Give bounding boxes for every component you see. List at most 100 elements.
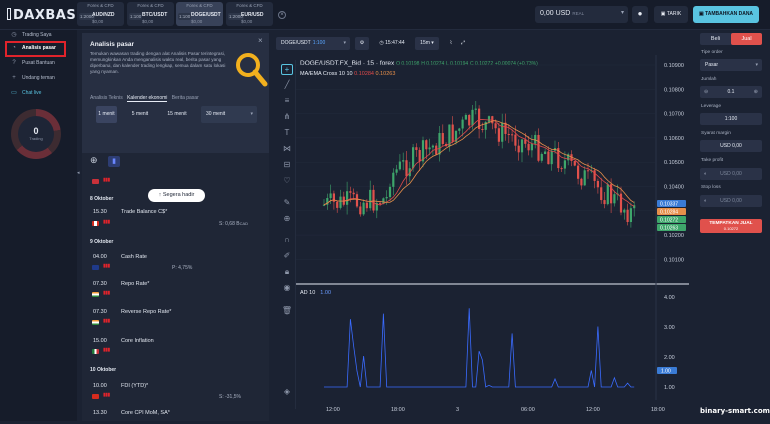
fullscreen-icon[interactable]: ⤢ <box>458 37 468 50</box>
crosshair-icon[interactable]: + <box>281 64 293 75</box>
bar-chart-icon[interactable]: ▮ <box>108 156 120 167</box>
calendar-row[interactable]: 07.30 Repo Rate* ▮▮▮ <box>82 281 269 297</box>
candle-body <box>392 172 395 187</box>
globe-icon[interactable]: ⊕ <box>90 155 98 166</box>
flag-icon <box>92 292 99 297</box>
candle-body <box>405 160 408 177</box>
balance-selector[interactable]: 0,00 USD REAL ▾ <box>535 6 628 23</box>
horizontal-lines-icon[interactable]: ≡ <box>281 96 293 105</box>
ad-line <box>324 308 635 388</box>
toggle-icon[interactable]: ◐ <box>704 168 707 180</box>
calendar-row[interactable]: 15.00 Core Inflation ▮▮▮ <box>82 338 269 354</box>
chevron-down-icon: ▾ <box>250 111 253 117</box>
flag-icon <box>92 320 99 325</box>
sidebar-item-help[interactable]: ? Pusat Bantuan <box>11 60 54 66</box>
sidebar-item-trading[interactable]: ◷ Trading Saya <box>11 31 51 38</box>
take-profit-field[interactable]: ◐ USD 0,00 <box>700 168 762 180</box>
minus-icon[interactable]: ⊖ <box>704 86 708 98</box>
user-icon[interactable]: ● <box>632 6 648 23</box>
withdraw-button[interactable]: ▣ TARIK <box>654 6 688 23</box>
eye-icon[interactable]: ◉ <box>281 283 293 292</box>
text-icon[interactable]: T <box>281 128 293 137</box>
asset-tab-aud-nzd[interactable]: Forex & CFD 1:2000 AUD/NZD $0,00 <box>77 2 124 26</box>
candle-body <box>550 150 553 165</box>
tab-economic-calendar[interactable]: Kalender ekonomi <box>127 95 168 102</box>
impact-icon: ▮▮▮ <box>103 318 110 324</box>
time-tick-label: 12:00 <box>326 407 340 413</box>
settings-icon[interactable]: ⚙ <box>355 37 369 50</box>
logo[interactable]: DAXBASE <box>7 8 86 23</box>
indicator-icon[interactable]: ⌇ <box>446 37 456 50</box>
candle-body <box>577 165 580 179</box>
timeframe-dropdown[interactable]: 30 menit ▾ <box>201 106 257 123</box>
sell-tab[interactable]: Jual <box>731 33 762 45</box>
margin-field: USD 0,00 <box>700 140 762 152</box>
analysis-tabs: Analisis Teknis Kalender ekonomi Berita … <box>90 95 202 102</box>
candle-body <box>425 140 428 150</box>
trendline-icon[interactable]: ╱ <box>281 80 293 89</box>
event-name: Core CPI MoM, SA* <box>121 410 170 416</box>
tab-market-news[interactable]: Berita pasar <box>172 95 199 101</box>
tab-category: Forex & CFD <box>186 3 213 8</box>
balance-type: REAL <box>572 11 585 16</box>
stop-loss-field[interactable]: ◐ USD 0,00 <box>700 195 762 207</box>
calendar-row[interactable]: 13.30 Core CPI MoM, SA* <box>82 410 269 424</box>
collapse-arrow-icon[interactable]: ◂ <box>77 170 80 176</box>
ad-tick-label: 4.00 <box>664 295 675 301</box>
add-tab-icon[interactable]: × <box>278 11 286 19</box>
candle-body <box>448 124 451 147</box>
sidebar-item-invite[interactable]: + Undang teman <box>11 75 55 81</box>
plus-icon[interactable]: ⊕ <box>754 86 758 98</box>
chart-asset-selector[interactable]: DOGE/USDT 1:100 ▾ <box>276 37 350 50</box>
asset-tab-btc-usdt[interactable]: Forex & CFD 1:100 BTC/USDT $0,00 <box>127 2 174 26</box>
pitchfork-icon[interactable]: ⋔ <box>281 112 293 121</box>
layers-icon[interactable]: ◈ <box>281 387 293 396</box>
asset-tab-doge-usdt[interactable]: Forex & CFD 1:100 DOGE/USDT $0,00 <box>176 2 223 26</box>
timeframe-15m[interactable]: 15 menit <box>162 106 192 123</box>
timeframe-5m[interactable]: 5 menit <box>126 106 154 123</box>
margin-label: Syarat margin <box>701 131 731 136</box>
calendar-day: 9 Oktober <box>90 239 114 245</box>
leverage-field[interactable]: 1:100 <box>700 113 762 125</box>
trash-icon[interactable]: 🗑︎ <box>281 306 293 315</box>
toggle-icon[interactable]: ◐ <box>704 195 707 207</box>
price-tag-label: 0.10337 <box>660 202 678 208</box>
sidebar-item-chat[interactable]: ▭ Chat live <box>11 89 41 96</box>
ruler-icon[interactable]: ⊟ <box>281 160 293 169</box>
deposit-button[interactable]: ▣ TAMBAHKAN DANA <box>693 6 759 23</box>
interval-selector[interactable]: 15m ▾ <box>415 37 439 50</box>
pattern-icon[interactable]: ⋈ <box>281 144 293 153</box>
place-sell-button[interactable]: TEMPATKAN JUAL 0.10272 <box>700 219 762 233</box>
tab-amount: $0,00 <box>92 19 104 24</box>
candle-body <box>395 169 398 173</box>
zoom-icon[interactable]: ⊕ <box>281 214 293 223</box>
calendar-row[interactable]: 04.00 Cash Rate ▮▮▮ P: 4,75% <box>82 254 269 271</box>
close-icon[interactable]: × <box>258 36 263 45</box>
amount-stepper[interactable]: ⊖ 0.1 ⊕ <box>700 86 762 98</box>
time-tick-label: 3 <box>456 407 459 413</box>
tab-technical-analysis[interactable]: Analisis Teknis <box>90 95 123 101</box>
asset-tab-eur-usd[interactable]: Forex & CFD 1:2000 EUR/USD $0,00 <box>226 2 273 26</box>
order-type-select[interactable]: Pasar ▾ <box>700 59 762 71</box>
pencil-icon[interactable]: ✎ <box>281 198 293 207</box>
impact-icon: ▮▮▮ <box>103 392 110 398</box>
price-chart[interactable]: 0.10900 0.10800 0.10700 0.10600 0.10500 0.104… <box>296 55 689 421</box>
candle-body <box>626 209 629 223</box>
chart-clock-icon: ◔ <box>12 45 16 51</box>
sidebar-item-market-analysis[interactable]: ◔ Analisis pasar <box>11 45 56 51</box>
lock-draw-icon[interactable]: ✐ <box>281 251 293 260</box>
calendar-row[interactable]: 07.30 Reverse Repo Rate* ▮▮▮ <box>82 309 269 325</box>
help-icon: ? <box>12 60 16 66</box>
heart-icon[interactable]: ♡ <box>281 176 293 185</box>
candle-body <box>583 170 586 186</box>
candle-body <box>629 208 632 223</box>
magnet-icon[interactable]: ∩ <box>281 235 293 244</box>
buy-tab[interactable]: Beli <box>700 33 731 45</box>
candle-body <box>593 170 596 181</box>
candle-body <box>329 193 332 199</box>
timeframe-1m[interactable]: 1 menit <box>96 106 117 123</box>
lock-icon[interactable]: 🔒︎ <box>281 267 293 277</box>
event-name: Reverse Repo Rate* <box>121 309 172 315</box>
calendar-row[interactable]: 15.30 Trade Balance C$* ▮▮▮ S: 0,68 BCAD <box>82 209 269 227</box>
calendar-row[interactable]: 10.00 FDI (YTD)* ▮▮▮ S: -31,5% <box>82 383 269 400</box>
